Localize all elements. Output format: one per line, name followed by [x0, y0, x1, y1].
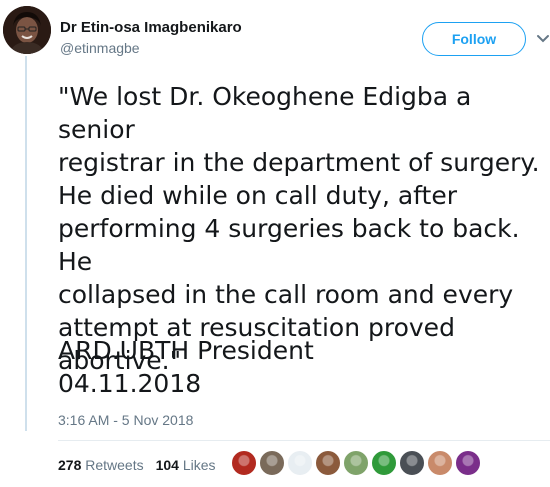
author-handle[interactable]: @etinmagbe — [60, 40, 140, 56]
liker-avatar-9[interactable] — [455, 450, 481, 476]
likes-label: Likes — [182, 457, 216, 473]
liker-avatar-2[interactable] — [259, 450, 285, 476]
tweet-timestamp[interactable]: 3:16 AM - 5 Nov 2018 — [58, 412, 193, 428]
retweets-stat[interactable]: 278 Retweets — [58, 457, 144, 473]
liker-avatar-3[interactable] — [287, 450, 313, 476]
liker-avatar-1[interactable] — [231, 450, 257, 476]
chevron-down-icon[interactable] — [536, 32, 550, 46]
tweet-signoff: ARD.UBTH President 04.11.2018 — [58, 334, 538, 400]
liker-avatar-5[interactable] — [343, 450, 369, 476]
tweet-text: "We lost Dr. Okeoghene Edigba a senior r… — [58, 82, 540, 375]
tweet-stats: 278 Retweets 104 Likes — [58, 451, 228, 479]
author-name[interactable]: Dr Etin-osa Imagbenikaro — [60, 19, 242, 36]
stats-divider — [58, 440, 550, 441]
likes-stat[interactable]: 104 Likes — [156, 457, 216, 473]
liker-avatar-4[interactable] — [315, 450, 341, 476]
signoff-title: ARD.UBTH President — [58, 336, 314, 365]
liker-avatar-8[interactable] — [427, 450, 453, 476]
signoff-date: 04.11.2018 — [58, 369, 202, 398]
follow-button[interactable]: Follow — [422, 22, 526, 56]
liker-avatar-7[interactable] — [399, 450, 425, 476]
retweets-label: Retweets — [85, 457, 144, 473]
liker-avatars — [231, 450, 483, 476]
author-avatar[interactable] — [3, 6, 51, 54]
retweets-count: 278 — [58, 457, 82, 473]
profile-photo-icon — [3, 6, 51, 54]
liker-avatar-6[interactable] — [371, 450, 397, 476]
thread-connector-line — [25, 56, 27, 431]
likes-count: 104 — [155, 457, 179, 473]
